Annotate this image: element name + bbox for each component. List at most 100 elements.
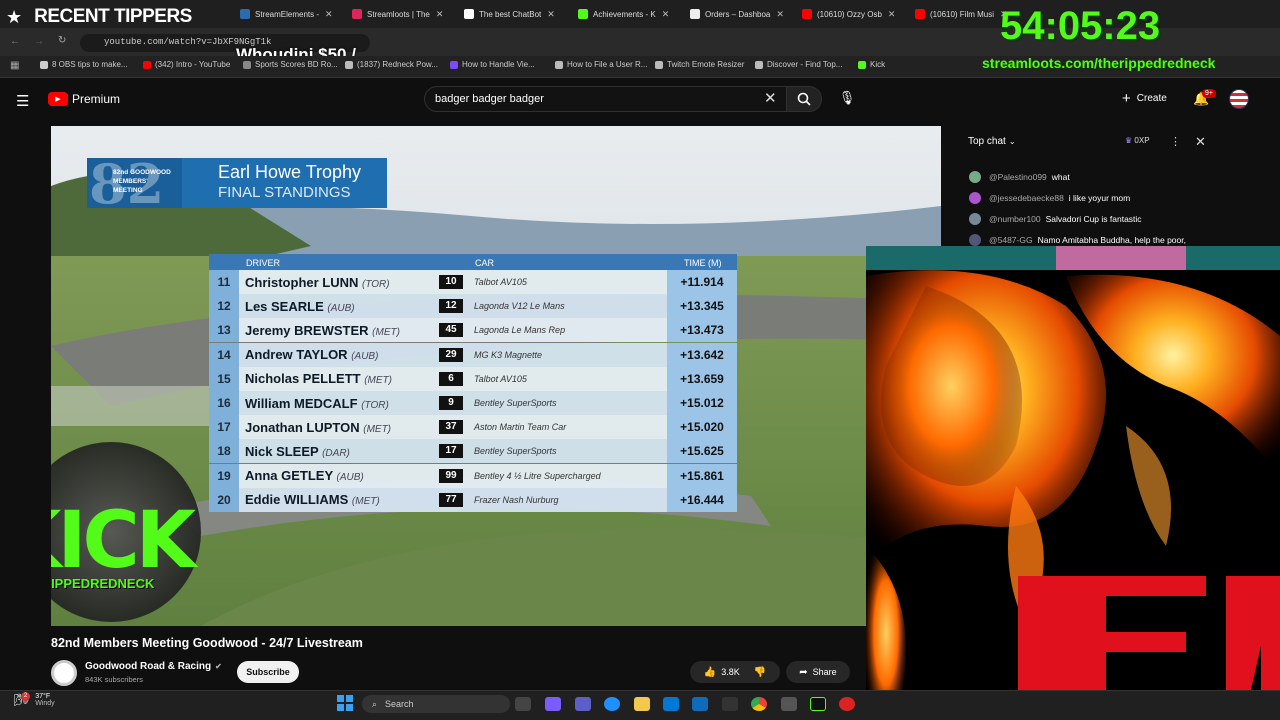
like-count[interactable]: 3.8K [721, 667, 740, 677]
forward-icon[interactable]: → [34, 36, 44, 47]
position-cell: 19 [209, 463, 239, 488]
avatar[interactable] [1229, 89, 1249, 109]
create-button[interactable]: + Create [1122, 90, 1167, 107]
car-cell: Bentley SuperSports [474, 446, 557, 457]
outlook-icon[interactable] [692, 697, 708, 711]
taskbar-search[interactable]: ⌕ Search [362, 695, 510, 713]
chat-mode-dropdown[interactable]: Top chat ⌄ [968, 136, 1016, 147]
time-cell: +13.473 [667, 318, 737, 343]
close-tab-icon[interactable]: ✕ [436, 9, 444, 20]
standings-table-header: DRIVER CAR TIME (M) [209, 254, 737, 271]
video-title: 82nd Members Meeting Goodwood - 24/7 Liv… [51, 636, 363, 650]
chat-more-icon[interactable]: ⋮ [1170, 135, 1181, 148]
teams-icon[interactable] [575, 697, 591, 711]
windows-start-icon[interactable] [337, 695, 353, 711]
app-icon[interactable] [781, 697, 797, 711]
share-icon: ➦ [799, 666, 808, 678]
file-explorer-icon[interactable] [634, 697, 650, 711]
car-cell: Lagonda V12 Le Mans [474, 301, 565, 312]
xp-badge[interactable]: ♛ 0XP [1125, 136, 1150, 145]
browser-tab[interactable]: StreamElements - ✕ [240, 4, 345, 24]
share-button[interactable]: ➦ Share [786, 661, 850, 683]
browser-tab[interactable]: (10610) Ozzy Osb ✕ [802, 4, 907, 24]
driver-cell: Jonathan LUPTON (MET) [245, 419, 392, 435]
search-icon [797, 92, 811, 106]
subscribe-button[interactable]: Subscribe [237, 661, 299, 683]
channel-name-wrap[interactable]: Goodwood Road & Racing ✔ [85, 661, 222, 672]
bookmark-item[interactable]: Kick [858, 60, 885, 69]
car-cell: Bentley 4 ½ Litre Supercharged [474, 470, 601, 481]
bookmark-favicon-icon [755, 60, 763, 69]
tab-favicon-icon [802, 9, 812, 19]
chrome-icon[interactable] [751, 697, 767, 711]
subscriber-count: 843K subscribers [85, 675, 143, 684]
like-icon[interactable]: 👍 [704, 667, 716, 678]
chat-message: @5487-GG Namo Amitabha Buddha, help the p… [969, 234, 1186, 246]
driver-cell: Andrew TAYLOR (AUB) [245, 347, 379, 363]
browser-tab[interactable]: Orders – Dashboa ✕ [690, 4, 795, 24]
close-tab-icon[interactable]: ✕ [325, 9, 333, 20]
browser-tab[interactable]: The best ChatBot ✕ [464, 4, 569, 24]
back-icon[interactable]: ← [10, 36, 20, 47]
bookmark-item[interactable]: How to Handle Vie... [450, 60, 535, 69]
task-view-icon[interactable] [515, 697, 531, 711]
tab-favicon-icon [915, 9, 925, 19]
car-number-cell: 29 [439, 347, 463, 362]
channel-name[interactable]: Goodwood Road & Racing [85, 661, 211, 672]
apps-grid-icon[interactable]: ▦ [10, 60, 19, 71]
terminal-icon[interactable] [810, 697, 826, 711]
close-tab-icon[interactable]: ✕ [547, 9, 555, 20]
streamloots-url: streamloots.com/therippedredneck [982, 55, 1216, 71]
search-input[interactable]: badger badger badger [424, 86, 788, 112]
close-tab-icon[interactable]: ✕ [888, 9, 896, 20]
time-cell: +13.642 [667, 342, 737, 367]
copilot-icon[interactable] [545, 697, 561, 711]
close-chat-icon[interactable]: ✕ [1195, 134, 1206, 150]
time-cell: +16.444 [667, 487, 737, 512]
bookmark-item[interactable]: (342) Intro - YouTube [143, 60, 230, 69]
browser-tab[interactable]: Achievements - K ✕ [578, 4, 683, 24]
search-button[interactable] [786, 86, 822, 112]
edge-icon[interactable] [604, 697, 620, 711]
verified-icon: ✔ [215, 662, 222, 671]
bookmark-item[interactable]: Sports Scores BD Ro... [243, 60, 338, 69]
car-cell: Bentley SuperSports [474, 398, 557, 408]
car-cell: Talbot AV105 [474, 277, 527, 287]
position-cell: 12 [209, 294, 239, 319]
browser-tab[interactable]: Streamloots | The ✕ [352, 4, 457, 24]
close-tab-icon[interactable]: ✕ [662, 9, 670, 20]
time-cell: +13.345 [667, 294, 737, 319]
position-cell: 17 [209, 415, 239, 440]
video-player[interactable]: 82 82nd GOODWOOD MEMBERS' MEETING Earl H… [51, 126, 941, 626]
bookmark-favicon-icon [655, 60, 663, 69]
youtube-logo[interactable]: ▶ Premium [48, 92, 120, 106]
car-number-cell: 6 [439, 371, 463, 386]
dislike-icon[interactable]: 👎 [754, 667, 766, 678]
chat-avatar[interactable] [969, 234, 981, 246]
clear-search-icon[interactable]: ✕ [764, 89, 777, 107]
chat-avatar[interactable] [969, 213, 981, 225]
reload-icon[interactable]: ↻ [58, 35, 66, 46]
live-chat-panel: Top chat ⌄ ♛ 0XP ⋮ ✕ @Palestino099 what @je… [955, 128, 1225, 246]
chat-message: @Palestino099 what [969, 171, 1070, 183]
obs-icon[interactable] [722, 697, 738, 711]
bookmark-item[interactable]: 8 OBS tips to make... [40, 60, 128, 69]
close-tab-icon[interactable]: ✕ [776, 9, 784, 20]
notification-badge: 9+ [1202, 89, 1216, 98]
store-icon[interactable] [663, 697, 679, 711]
app-red-icon[interactable] [839, 697, 855, 711]
car-number-cell: 37 [439, 420, 463, 435]
voice-search-icon[interactable]: 🎙 [838, 90, 856, 108]
bookmark-item[interactable]: (1837) Redneck Pow... [345, 60, 438, 69]
bookmark-item[interactable]: Discover - Find Top... [755, 60, 842, 69]
bookmark-item[interactable]: Twitch Emote Resizer [655, 60, 744, 69]
channel-avatar[interactable] [51, 660, 77, 686]
position-cell: 16 [209, 391, 239, 415]
time-cell: +15.012 [667, 391, 737, 415]
bookmark-item[interactable]: How to File a User R... [555, 60, 647, 69]
driver-cell: Nick SLEEP (DAR) [245, 443, 350, 459]
car-number-cell: 12 [439, 299, 463, 314]
chat-avatar[interactable] [969, 171, 981, 183]
hamburger-menu-icon[interactable]: ☰ [16, 92, 29, 110]
chat-avatar[interactable] [969, 192, 981, 204]
